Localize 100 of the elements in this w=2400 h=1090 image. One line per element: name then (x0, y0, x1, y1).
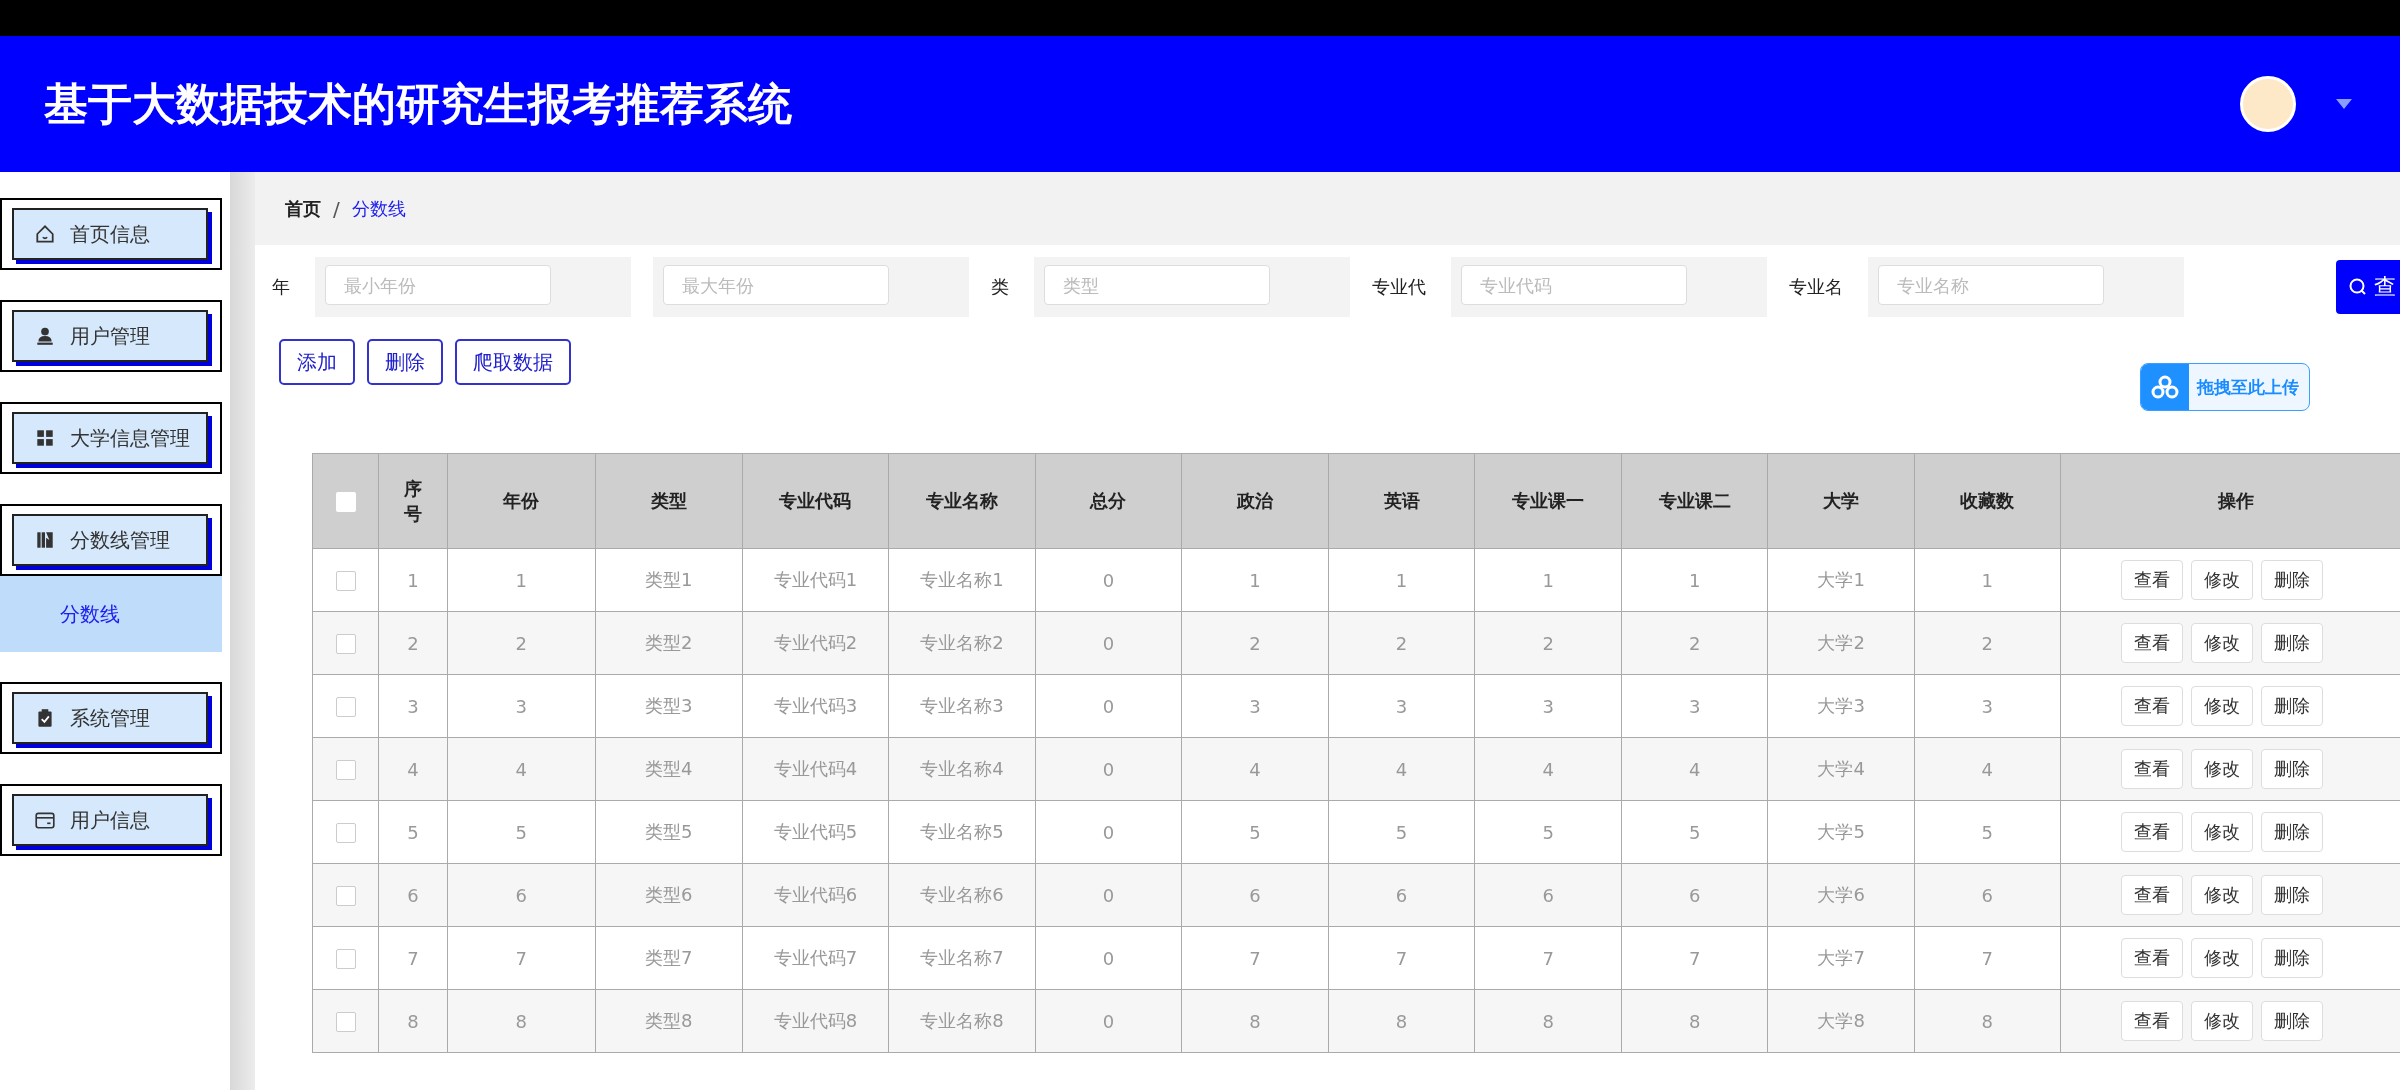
table-cell: 5 (1621, 800, 1768, 864)
table-cell: 8 (447, 989, 596, 1053)
table-cell: 7 (1181, 926, 1329, 990)
table-cell: 类型7 (595, 926, 743, 990)
row-action-button[interactable]: 修改 (2190, 623, 2253, 663)
search-button[interactable]: 查 (2336, 260, 2400, 314)
sidebar-scrollbar[interactable] (230, 172, 255, 1090)
row-action-button[interactable]: 删除 (2260, 749, 2323, 789)
action-button[interactable]: 爬取数据 (455, 339, 571, 385)
row-action-button[interactable]: 查看 (2120, 875, 2183, 915)
action-button[interactable]: 删除 (367, 339, 443, 385)
row-action-button[interactable]: 查看 (2120, 749, 2183, 789)
column-header: 总分 (1090, 490, 1127, 512)
table-cell: 4 (1181, 737, 1329, 801)
table-cell: 3 (1621, 674, 1768, 738)
row-action-button[interactable]: 删除 (2260, 686, 2323, 726)
table-cell: 大学4 (1767, 737, 1915, 801)
table-cell: 5 (1181, 800, 1329, 864)
table-cell: 类型3 (595, 674, 743, 738)
table-cell: 大学2 (1767, 611, 1915, 675)
row-action-button[interactable]: 修改 (2190, 686, 2253, 726)
table-cell: 3 (378, 674, 447, 738)
row-action-button[interactable]: 查看 (2120, 812, 2183, 852)
table-cell: 3 (1181, 674, 1329, 738)
row-action-button[interactable]: 修改 (2190, 875, 2253, 915)
table-cell: 1 (1474, 548, 1622, 612)
row-action-button[interactable]: 查看 (2120, 686, 2183, 726)
row-action-button[interactable]: 删除 (2260, 938, 2323, 978)
table-cell: 专业名称5 (888, 800, 1036, 864)
input-field[interactable]: 类型 (1044, 265, 1270, 305)
table-cell: 6 (1621, 863, 1768, 927)
row-action-button[interactable]: 查看 (2120, 623, 2183, 663)
table-cell: 2 (1181, 611, 1329, 675)
row-action-button[interactable]: 删除 (2260, 812, 2323, 852)
table-cell: 专业名称3 (888, 674, 1036, 738)
column-header: 序号 (403, 476, 422, 526)
filter-label: 专业名 (1789, 275, 1843, 299)
table-cell: 0 (1035, 611, 1182, 675)
checkbox[interactable] (335, 492, 356, 512)
row-action-button[interactable]: 查看 (2120, 938, 2183, 978)
row-action-button[interactable]: 删除 (2260, 623, 2323, 663)
input-field[interactable]: 专业名称 (1878, 265, 2104, 305)
checkbox[interactable] (335, 1012, 356, 1032)
table-cell: 2 (1474, 611, 1622, 675)
breadcrumb-link[interactable]: 首页 (285, 196, 321, 221)
checkbox[interactable] (335, 823, 356, 843)
checkbox[interactable] (335, 571, 356, 591)
table-cell: 1 (1914, 548, 2061, 612)
table-cell: 0 (1035, 548, 1182, 612)
row-action-button[interactable]: 修改 (2190, 560, 2253, 600)
table-cell: 类型1 (595, 548, 743, 612)
table-cell: 0 (1035, 863, 1182, 927)
row-action-button[interactable]: 删除 (2260, 560, 2323, 600)
checkbox[interactable] (335, 886, 356, 906)
input-field[interactable]: 最大年份 (663, 265, 889, 305)
checkbox[interactable] (335, 634, 356, 654)
table-cell: 8 (1474, 989, 1622, 1053)
filter-label: 年 (272, 275, 290, 299)
table-cell: 4 (1474, 737, 1622, 801)
caret-icon[interactable] (2336, 99, 2352, 109)
column-header: 收藏数 (1960, 490, 2015, 512)
avatar[interactable] (2240, 76, 2296, 132)
table-cell: 7 (1621, 926, 1768, 990)
table-cell: 5 (447, 800, 596, 864)
column-header: 专业代码 (779, 490, 852, 512)
table-cell: 1 (1328, 548, 1475, 612)
home-icon (34, 223, 56, 245)
table-cell: 大学7 (1767, 926, 1915, 990)
row-action-button[interactable]: 删除 (2260, 1001, 2323, 1041)
table-cell: 0 (1035, 800, 1182, 864)
row-action-button[interactable]: 修改 (2190, 749, 2253, 789)
checkbox[interactable] (335, 949, 356, 969)
table-cell: 2 (378, 611, 447, 675)
sidebar-subitem[interactable]: 分数线 (0, 576, 222, 652)
table-cell: 专业代码7 (742, 926, 889, 990)
table-cell: 类型2 (595, 611, 743, 675)
checkbox[interactable] (335, 697, 356, 717)
row-action-button[interactable]: 修改 (2190, 812, 2253, 852)
row-action-button[interactable]: 查看 (2120, 1001, 2183, 1041)
table-cell: 0 (1035, 989, 1182, 1053)
table-cell: 2 (447, 611, 596, 675)
table-cell: 3 (1328, 674, 1475, 738)
input-field[interactable]: 最小年份 (325, 265, 551, 305)
table-cell: 大学1 (1767, 548, 1915, 612)
input-field[interactable]: 专业代码 (1461, 265, 1687, 305)
table-cell: 4 (378, 737, 447, 801)
table-cell: 1 (378, 548, 447, 612)
action-button[interactable]: 添加 (279, 339, 355, 385)
row-action-button[interactable]: 修改 (2190, 1001, 2253, 1041)
row-action-button[interactable]: 修改 (2190, 938, 2253, 978)
column-header: 专业课一 (1512, 490, 1585, 512)
filter-label: 类 (991, 275, 1009, 299)
app-title: 基于大数据技术的研究生报考推荐系统 (44, 76, 792, 131)
checkbox[interactable] (335, 760, 356, 780)
breadcrumb-link[interactable]: 分数线 (351, 196, 406, 221)
row-action-button[interactable]: 查看 (2120, 560, 2183, 600)
table-cell: 专业代码8 (742, 989, 889, 1053)
table-cell: 7 (447, 926, 596, 990)
row-action-button[interactable]: 删除 (2260, 875, 2323, 915)
column-header: 年份 (503, 490, 540, 512)
